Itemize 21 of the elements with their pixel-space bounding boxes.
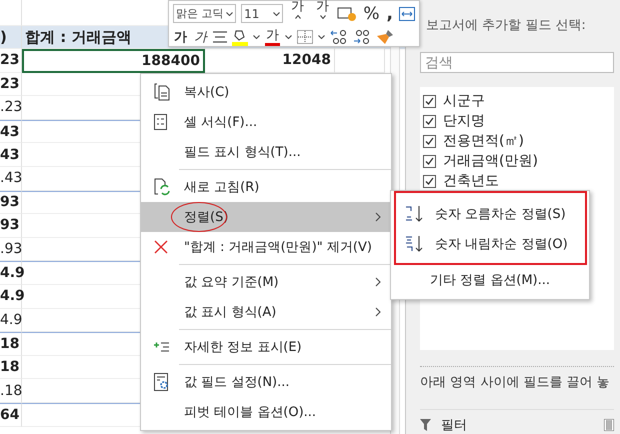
table-cell: .43 [0,166,22,191]
table-cell: 18 [0,356,22,380]
table-cell: 18 [0,332,22,356]
table-cell: 4.9 [0,261,22,285]
table-cell: 43 [0,143,22,167]
pane-title: 보고서에 추가할 필드 선택: [426,17,587,35]
table-cell: 23 [0,72,22,96]
table-cell: 93 [0,190,22,214]
column-header: ) [0,26,22,49]
table-cell: .93 [0,238,22,262]
table-cell: 93 [0,214,22,238]
table-cell: .18 [0,379,22,403]
table-cell: 64 [0,402,22,426]
table-cell: 43 [0,120,22,144]
hint-text: 아래 영역 사이에 필드를 끌어 놓 [420,374,611,391]
table-cell: 4.9 [0,284,22,309]
table-cell: 23 [0,49,22,73]
table-cell: 188400 [22,49,205,73]
area-label: 필터 [441,417,467,434]
table-cell: .23 [0,96,22,120]
table-cell: 4.9 [0,308,22,332]
